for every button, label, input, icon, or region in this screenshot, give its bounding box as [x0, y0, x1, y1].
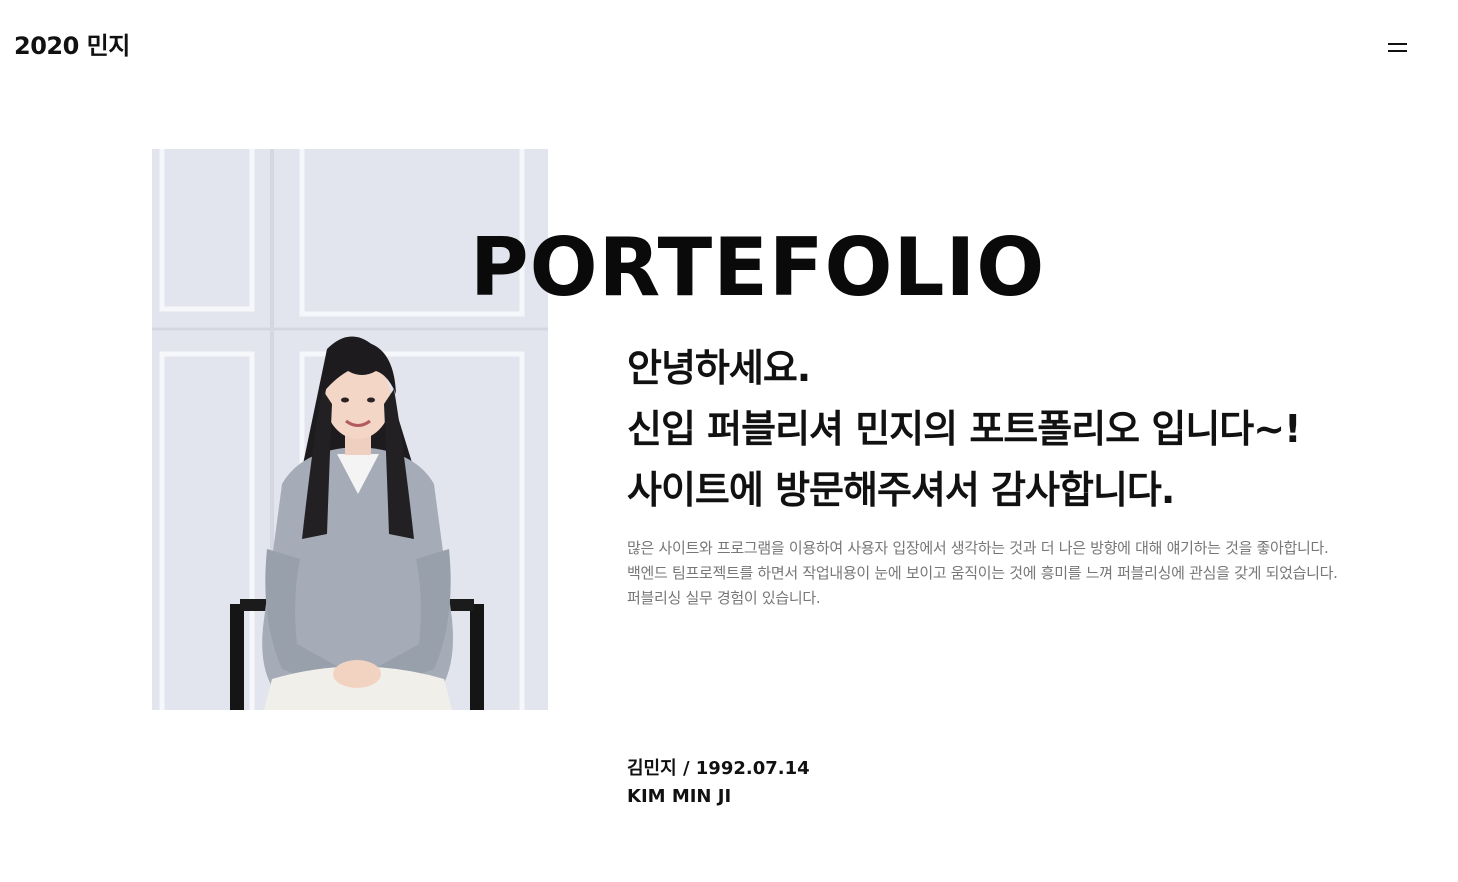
description-line: 퍼블리싱 실무 경험이 있습니다. [627, 589, 821, 607]
greeting-line: 사이트에 방문해주셔서 감사합니다. [627, 468, 1175, 512]
hamburger-menu-button[interactable] [1380, 32, 1414, 62]
description-line: 많은 사이트와 프로그램을 이용하여 사용자 입장에서 생각하는 것과 더 나은… [627, 539, 1329, 557]
greeting-block: 안녕하세요. 신입 퍼블리셔 민지의 포트폴리오 입니다~! 사이트에 방문해주… [627, 338, 1427, 521]
greeting-line: 신입 퍼블리셔 민지의 포트폴리오 입니다~! [627, 407, 1301, 451]
description-line: 백엔드 팀프로젝트를 하면서 작업내용이 눈에 보이고 움직이는 것에 흥미를 … [627, 564, 1338, 582]
greeting-line: 안녕하세요. [627, 346, 811, 390]
profile-info: 김민지 / 1992.07.14 KIM MIN JI [627, 755, 810, 811]
profile-name-birth: 김민지 / 1992.07.14 [627, 758, 810, 779]
hamburger-menu-icon [1388, 43, 1407, 45]
description-block: 많은 사이트와 프로그램을 이용하여 사용자 입장에서 생각하는 것과 더 나은… [627, 536, 1453, 611]
hamburger-menu-icon-bar [1388, 50, 1407, 52]
site-logo[interactable]: 2020 민지 [14, 30, 130, 62]
portfolio-title: PORTEFOLIO [470, 221, 1046, 314]
profile-name-en: KIM MIN JI [627, 786, 732, 807]
